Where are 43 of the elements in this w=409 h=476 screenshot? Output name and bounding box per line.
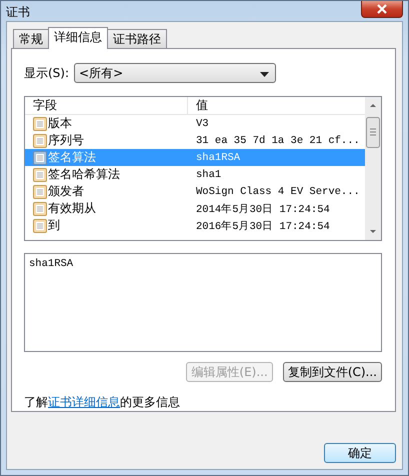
document-icon (33, 184, 47, 198)
field-value: sha1 (195, 168, 222, 180)
column-header[interactable]: 字段 (25, 97, 188, 114)
close-icon (376, 4, 388, 14)
field-value: 31 ea 35 7d 1a 3e 21 cf... (195, 134, 360, 146)
list-row[interactable]: 有效期从 2014年5月30日 17:24:54 (25, 200, 365, 217)
document-icon (33, 116, 47, 130)
field-value: sha1RSA (195, 152, 240, 164)
field-name: 签名哈希算法 (48, 166, 120, 183)
document-icon (33, 202, 47, 216)
field-name: 有效期从 (48, 200, 96, 217)
field-name: 颁发者 (48, 183, 84, 200)
field-value: 2014年5月30日 17:24:54 (195, 202, 330, 216)
list-row[interactable]: 颁发者 WoSign Class 4 EV Serve... (25, 183, 365, 200)
ok-button[interactable]: 确定 (324, 443, 396, 463)
list-row[interactable]: 序列号 31 ea 35 7d 1a 3e 21 cf... (25, 132, 365, 149)
help-link[interactable]: 证书详细信息 (48, 395, 120, 409)
tab[interactable]: 证书路径 (107, 29, 167, 48)
window-title: 证书 (6, 4, 30, 21)
field-name: 序列号 (48, 132, 84, 149)
show-label: 显示(S): (24, 64, 70, 82)
document-icon (33, 134, 47, 148)
list-row[interactable]: 版本 V3 (25, 115, 365, 132)
document-icon (33, 168, 47, 182)
document-icon (33, 218, 47, 232)
detail-field[interactable]: sha1RSA (24, 253, 382, 352)
list-row[interactable]: 签名哈希算法 sha1 (25, 166, 365, 183)
scrollbar[interactable] (365, 97, 381, 240)
field-name: 签名算法 (48, 149, 96, 166)
list-row[interactable]: 到 2016年5月30日 17:24:54 (25, 217, 365, 234)
close-button[interactable] (361, 1, 403, 18)
field-value: WoSign Class 4 EV Serve... (195, 186, 360, 198)
show-dropdown[interactable]: <所有> (74, 63, 276, 83)
field-value: 2016年5月30日 17:24:54 (195, 220, 330, 232)
help-text: 了解证书详细信息的更多信息 (24, 394, 181, 411)
field-name: 到 (48, 217, 60, 234)
column-header[interactable]: 值 (188, 97, 208, 114)
document-icon (33, 150, 47, 164)
field-value: V3 (195, 118, 209, 130)
field-name: 版本 (48, 115, 72, 132)
tab[interactable]: 详细信息 (48, 27, 108, 49)
copy-to-file-button[interactable]: 复制到文件(C)... (282, 362, 382, 382)
tab[interactable]: 常规 (13, 29, 49, 48)
